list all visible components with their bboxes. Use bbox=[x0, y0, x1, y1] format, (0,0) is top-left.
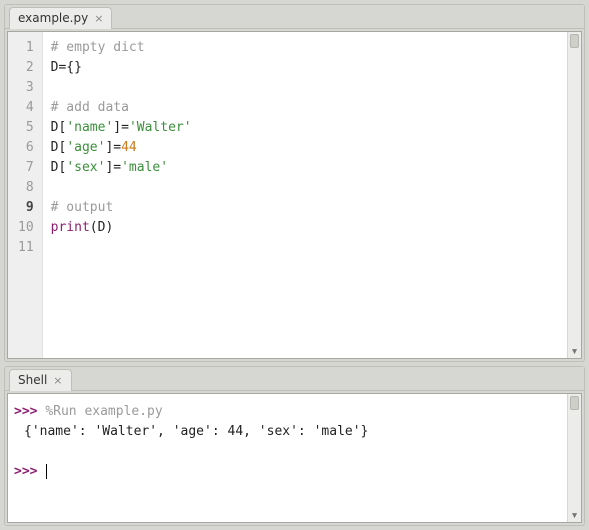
line-number: 11 bbox=[18, 238, 34, 258]
shell-prompt: >>> bbox=[14, 464, 45, 479]
shell-content: >>> %Run example.py{'name': 'Walter', 'a… bbox=[7, 393, 582, 523]
line-number: 7 bbox=[18, 158, 34, 178]
shell-line: {'name': 'Walter', 'age': 44, 'sex': 'ma… bbox=[14, 422, 561, 442]
line-number: 2 bbox=[18, 58, 34, 78]
editor-tab-label: example.py bbox=[18, 11, 88, 25]
shell-prompt: >>> bbox=[14, 404, 45, 419]
code-token: ]= bbox=[113, 120, 129, 135]
code-token: 44 bbox=[121, 140, 137, 155]
shell-tab[interactable]: Shell × bbox=[9, 369, 72, 391]
code-line[interactable] bbox=[51, 78, 559, 98]
scroll-down-icon[interactable]: ▾ bbox=[568, 344, 581, 358]
shell-line bbox=[14, 442, 561, 462]
code-line[interactable] bbox=[51, 178, 559, 198]
code-token: 'name' bbox=[66, 120, 113, 135]
editor-pane: example.py × 1 2 3 4 5 6 7 8 91011 # emp… bbox=[4, 4, 585, 362]
code-line[interactable] bbox=[51, 238, 559, 258]
close-icon[interactable]: × bbox=[94, 13, 103, 24]
code-token: (D) bbox=[90, 220, 113, 235]
shell-pane: Shell × >>> %Run example.py{'name': 'Wal… bbox=[4, 366, 585, 526]
text-cursor bbox=[46, 464, 47, 479]
code-line[interactable]: # add data bbox=[51, 98, 559, 118]
code-token: ={} bbox=[58, 60, 81, 75]
scroll-down-icon[interactable]: ▾ bbox=[568, 508, 581, 522]
code-token: 'Walter' bbox=[129, 120, 192, 135]
editor-scrollbar[interactable]: ▴ ▾ bbox=[567, 32, 581, 358]
code-token: print bbox=[51, 220, 90, 235]
code-token: 'male' bbox=[121, 160, 168, 175]
line-number: 10 bbox=[18, 218, 34, 238]
code-line[interactable]: print(D) bbox=[51, 218, 559, 238]
line-number: 9 bbox=[18, 198, 34, 218]
editor-tabbar: example.py × bbox=[5, 5, 584, 29]
code-line[interactable]: D['sex']='male' bbox=[51, 158, 559, 178]
code-token: # output bbox=[51, 200, 114, 215]
shell-line: >>> %Run example.py bbox=[14, 402, 561, 422]
line-number: 8 bbox=[18, 178, 34, 198]
code-token: 'age' bbox=[66, 140, 105, 155]
code-line[interactable]: # empty dict bbox=[51, 38, 559, 58]
editor-content: 1 2 3 4 5 6 7 8 91011 # empty dict D={} #… bbox=[7, 31, 582, 359]
code-token: # empty dict bbox=[51, 40, 145, 55]
shell-scrollbar[interactable]: ▴ ▾ bbox=[567, 394, 581, 522]
line-number: 4 bbox=[18, 98, 34, 118]
code-line[interactable]: D={} bbox=[51, 58, 559, 78]
code-token: ]= bbox=[105, 140, 121, 155]
line-number: 6 bbox=[18, 138, 34, 158]
code-line[interactable]: D['name']='Walter' bbox=[51, 118, 559, 138]
line-number: 1 bbox=[18, 38, 34, 58]
shell-tab-label: Shell bbox=[18, 373, 47, 387]
shell-tabbar: Shell × bbox=[5, 367, 584, 391]
scroll-thumb[interactable] bbox=[570, 396, 579, 410]
line-number: 5 bbox=[18, 118, 34, 138]
code-token: 'sex' bbox=[66, 160, 105, 175]
shell-line[interactable]: >>> bbox=[14, 462, 561, 482]
line-number: 3 bbox=[18, 78, 34, 98]
code-token: # add data bbox=[51, 100, 129, 115]
code-line[interactable]: # output bbox=[51, 198, 559, 218]
code-line[interactable]: D['age']=44 bbox=[51, 138, 559, 158]
code-token: ]= bbox=[105, 160, 121, 175]
code-area[interactable]: # empty dict D={} # add data D['name']='Wa… bbox=[43, 32, 567, 358]
close-icon[interactable]: × bbox=[53, 375, 62, 386]
shell-area[interactable]: >>> %Run example.py{'name': 'Walter', 'a… bbox=[8, 394, 567, 522]
scroll-thumb[interactable] bbox=[570, 34, 579, 48]
line-gutter: 1 2 3 4 5 6 7 8 91011 bbox=[8, 32, 43, 358]
editor-tab[interactable]: example.py × bbox=[9, 7, 112, 29]
shell-run-command: %Run example.py bbox=[45, 404, 162, 419]
